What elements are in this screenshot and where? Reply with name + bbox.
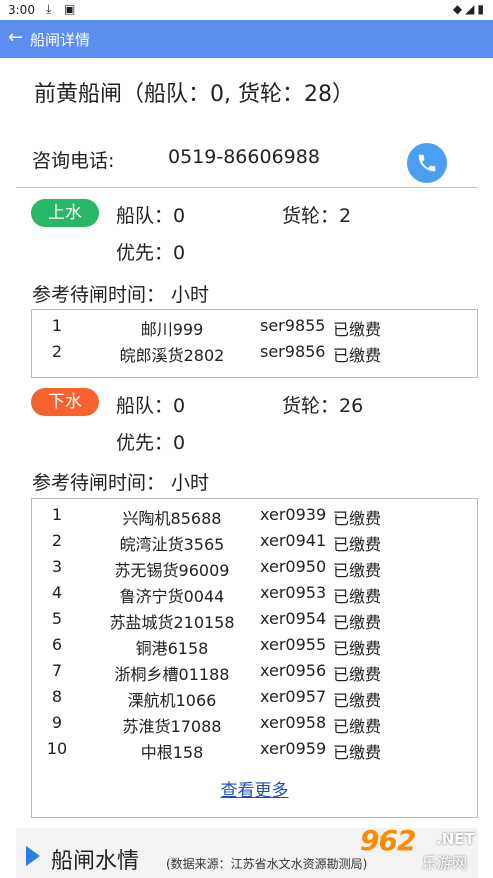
triangle-right-icon [26, 846, 40, 866]
arrow-left-icon[interactable]: ← [8, 27, 23, 49]
ship-name: 铜港6158 [135, 639, 209, 658]
upstream-ship-list[interactable]: 1 邮川999 ser9855 已缴费 2 皖郎溪货2802 ser9856 已… [31, 309, 478, 378]
divider [16, 187, 478, 188]
list-item: 3 苏无锡货96009 xer0950 已缴费 [32, 557, 477, 583]
watermark-logo: 962 .NET 乐游网 [360, 824, 488, 874]
status-indicators: ◆◢▮ [453, 2, 487, 16]
status-time: 3:00 [8, 3, 35, 17]
row-index: 10 [46, 739, 68, 758]
phone-number: 0519-86606988 [168, 146, 320, 168]
upstream-fleet: 船队：0 [116, 205, 186, 227]
row-index: 4 [51, 583, 63, 602]
downstream-priority: 优先：0 [116, 432, 186, 454]
row-index: 8 [51, 687, 63, 706]
app-icon: ▣ [64, 2, 76, 16]
row-index: 5 [51, 609, 63, 628]
list-item: 6 铜港6158 xer0955 已缴费 [32, 635, 477, 661]
view-more-link[interactable]: 查看更多 [32, 776, 477, 801]
downstream-freighter: 货轮：26 [282, 395, 364, 417]
watermark-number: 962 [360, 824, 416, 857]
fee-status: 已缴费 [333, 346, 382, 365]
row-index: 7 [51, 661, 63, 680]
ship-code: xer0958 [260, 713, 327, 732]
call-button[interactable] [407, 143, 447, 183]
fee-status: 已缴费 [333, 743, 382, 762]
row-index: 1 [51, 316, 63, 335]
downstream-wait-time: 参考待闸时间： 小时 [32, 472, 210, 494]
ship-name: 苏淮货17088 [122, 717, 222, 736]
ship-code: xer0953 [260, 583, 327, 602]
list-item: 1 兴陶机85688 xer0939 已缴费 [32, 505, 477, 531]
fee-status: 已缴费 [333, 665, 382, 684]
signal-icon: ◢ [465, 2, 478, 16]
ship-name: 苏盐城货210158 [109, 613, 235, 632]
list-item: 2 皖湾沚货3565 xer0941 已缴费 [32, 531, 477, 557]
row-index: 6 [51, 635, 63, 654]
ship-code: ser9855 [260, 316, 326, 335]
fee-status: 已缴费 [333, 320, 382, 339]
ship-code: xer0950 [260, 557, 327, 576]
list-item: 1 邮川999 ser9855 已缴费 [32, 316, 477, 342]
fee-status: 已缴费 [333, 717, 382, 736]
list-item: 7 浙桐乡槽01188 xer0956 已缴费 [32, 661, 477, 687]
row-index: 9 [51, 713, 63, 732]
fee-status: 已缴费 [333, 691, 382, 710]
battery-icon: ▮ [477, 2, 487, 16]
upstream-badge[interactable]: 上水 [31, 199, 99, 227]
water-section-title: 船闸水情 [51, 849, 140, 874]
phone-icon [418, 154, 436, 172]
app-bar: ← 船闸详情 [0, 20, 493, 58]
list-item: 8 溧航机1066 xer0957 已缴费 [32, 687, 477, 713]
lock-summary: 前黄船闸（船队：0, 货轮：28） [34, 82, 354, 107]
ship-name: 邮川999 [140, 320, 204, 339]
wifi-icon: ◆ [452, 2, 466, 16]
ship-code: xer0941 [260, 531, 327, 550]
ship-code: xer0956 [260, 661, 327, 680]
fee-status: 已缴费 [333, 639, 382, 658]
page-title: 船闸详情 [30, 31, 91, 49]
ship-name: 浙桐乡槽01188 [114, 665, 230, 684]
fee-status: 已缴费 [333, 509, 382, 528]
row-index: 3 [51, 557, 63, 576]
status-bar: 3:00 ⤓ ▣ ◆◢▮ [0, 0, 493, 20]
ship-code: xer0957 [260, 687, 327, 706]
ship-code: ser9856 [260, 342, 326, 361]
ship-name: 皖湾沚货3565 [119, 535, 225, 554]
fee-status: 已缴费 [333, 613, 382, 632]
ship-code: xer0955 [260, 635, 327, 654]
upstream-wait-time: 参考待闸时间： 小时 [32, 284, 210, 306]
row-index: 1 [51, 505, 63, 524]
ship-name: 鲁济宁货0044 [119, 587, 225, 606]
ship-code: xer0939 [260, 505, 327, 524]
download-icon: ⤓ [46, 2, 52, 16]
watermark-text: 乐游网 [422, 854, 468, 872]
list-item: 10 中根158 xer0959 已缴费 [32, 739, 477, 765]
ship-name: 兴陶机85688 [122, 509, 222, 528]
row-index: 2 [51, 531, 63, 550]
row-index: 2 [51, 342, 63, 361]
watermark-net: .NET [436, 830, 475, 848]
list-item: 4 鲁济宁货0044 xer0953 已缴费 [32, 583, 477, 609]
downstream-badge[interactable]: 下水 [31, 388, 99, 416]
ship-code: xer0959 [260, 739, 327, 758]
phone-label: 咨询电话: [32, 150, 115, 172]
ship-name: 中根158 [140, 743, 204, 762]
list-item: 9 苏淮货17088 xer0958 已缴费 [32, 713, 477, 739]
upstream-freighter: 货轮：2 [282, 205, 352, 227]
fee-status: 已缴费 [333, 561, 382, 580]
fee-status: 已缴费 [333, 587, 382, 606]
upstream-priority: 优先：0 [116, 242, 186, 264]
downstream-fleet: 船队：0 [116, 395, 186, 417]
water-data-source: (数据来源：江苏省水文水资源勘测局) [166, 857, 368, 871]
ship-name: 苏无锡货96009 [114, 561, 230, 580]
list-item: 2 皖郎溪货2802 ser9856 已缴费 [32, 342, 477, 368]
list-item: 5 苏盐城货210158 xer0954 已缴费 [32, 609, 477, 635]
ship-name: 溧航机1066 [127, 691, 217, 710]
downstream-ship-list[interactable]: 1 兴陶机85688 xer0939 已缴费 2 皖湾沚货3565 xer094… [31, 498, 478, 818]
ship-code: xer0954 [260, 609, 327, 628]
ship-name: 皖郎溪货2802 [119, 346, 225, 365]
fee-status: 已缴费 [333, 535, 382, 554]
